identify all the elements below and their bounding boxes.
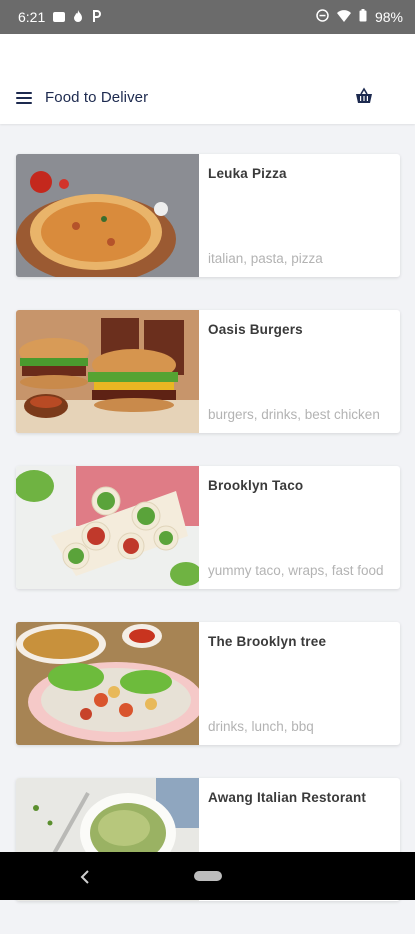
restaurant-name: Oasis Burgers — [208, 322, 303, 337]
p-badge-icon — [91, 9, 102, 25]
back-icon[interactable] — [80, 868, 90, 889]
page-title: Food to Deliver — [45, 89, 149, 106]
battery-icon — [359, 9, 367, 25]
restaurant-tags: italian, pasta, pizza — [208, 251, 323, 266]
restaurant-card[interactable]: Leuka Pizza italian, pasta, pizza — [16, 154, 400, 277]
pizza-photo — [16, 154, 199, 277]
home-pill-icon[interactable] — [194, 871, 222, 881]
restaurant-card[interactable]: Oasis Burgers burgers, drinks, best chic… — [16, 310, 400, 433]
restaurant-list: Leuka Pizza italian, pasta, pizza Oasis … — [16, 154, 400, 934]
restaurant-tags: drinks, lunch, bbq — [208, 719, 314, 734]
restaurant-name: Leuka Pizza — [208, 166, 287, 181]
basket-icon[interactable] — [355, 87, 373, 105]
status-bar: 6:21 98% — [0, 0, 415, 34]
app-bar: Food to Deliver — [0, 34, 415, 124]
do-not-disturb-icon — [316, 9, 329, 25]
system-nav-bar — [0, 852, 415, 900]
status-time: 6:21 — [18, 9, 46, 25]
burgers-photo — [16, 310, 199, 433]
restaurant-name: Awang Italian Restorant — [208, 790, 367, 805]
restaurant-name: Brooklyn Taco — [208, 478, 304, 493]
bbq-photo — [16, 622, 199, 745]
restaurant-card[interactable]: Brooklyn Taco yummy taco, wraps, fast fo… — [16, 466, 400, 589]
restaurant-tags: burgers, drinks, best chicken — [208, 407, 380, 422]
restaurant-name: The Brooklyn tree — [208, 634, 327, 649]
restaurant-tags: yummy taco, wraps, fast food — [208, 563, 384, 578]
restaurant-card[interactable]: The Brooklyn tree drinks, lunch, bbq — [16, 622, 400, 745]
menu-icon[interactable] — [16, 92, 32, 104]
battery-percent: 98% — [374, 9, 403, 25]
wraps-photo — [16, 466, 199, 589]
flame-icon — [73, 9, 83, 25]
image-icon — [53, 12, 66, 22]
wifi-icon — [336, 9, 351, 25]
